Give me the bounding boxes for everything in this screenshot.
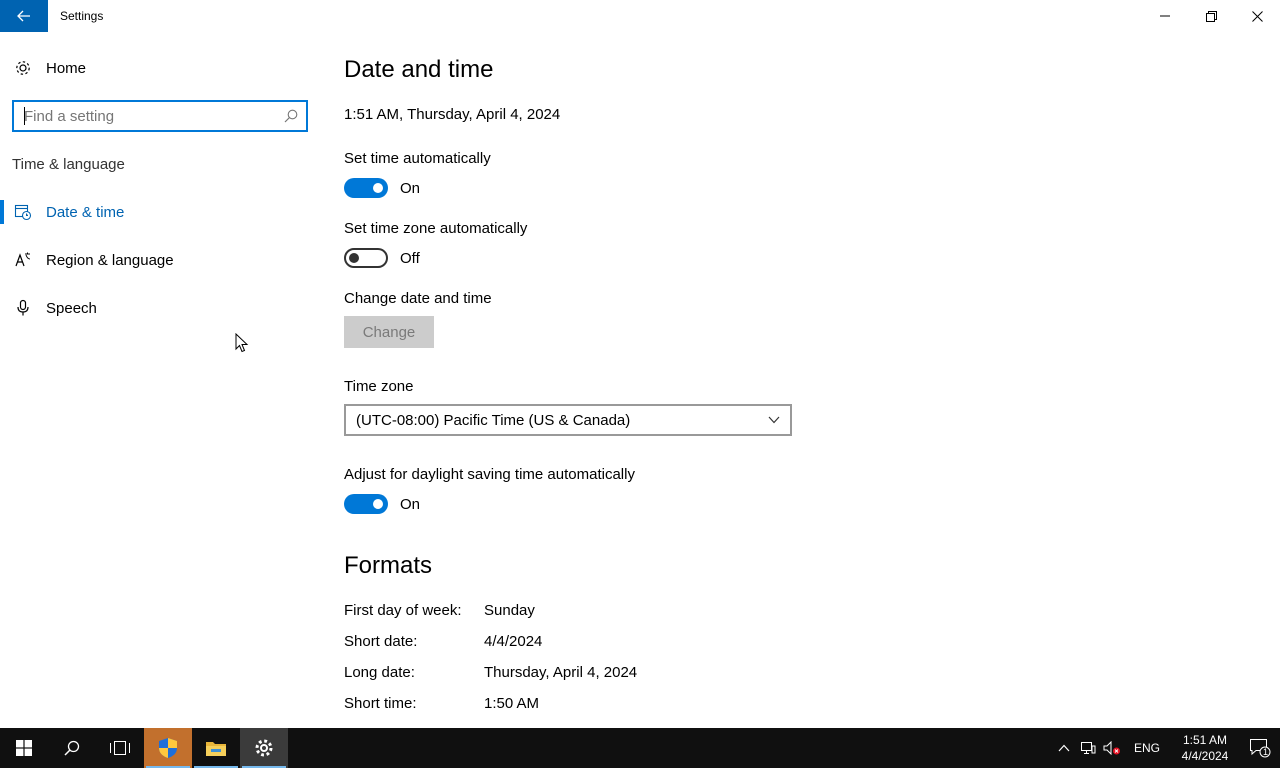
chevron-up-icon <box>1058 744 1070 752</box>
format-row: Long date: Thursday, April 4, 2024 <box>344 664 637 681</box>
toggle-knob <box>373 183 383 193</box>
sidebar-item-label: Speech <box>46 299 97 317</box>
home-label: Home <box>46 59 87 77</box>
clock-date: 4/4/2024 <box>1181 749 1229 763</box>
format-key: Short date: <box>344 633 418 650</box>
sidebar-item-region-language[interactable]: Region & language <box>0 240 320 280</box>
show-hidden-icons-button[interactable] <box>1052 728 1076 768</box>
minimize-button[interactable] <box>1142 0 1188 32</box>
back-button[interactable] <box>0 0 48 32</box>
folder-icon <box>206 742 226 756</box>
gear-icon <box>0 59 46 77</box>
set-tz-auto-toggle[interactable] <box>344 248 388 268</box>
format-row: Short date: 4/4/2024 <box>344 633 542 650</box>
sidebar-item-label: Region & language <box>46 251 174 269</box>
network-icon <box>1080 742 1096 754</box>
format-value: Sunday <box>484 602 535 619</box>
search-input[interactable] <box>14 103 276 129</box>
current-datetime: 1:51 AM, Thursday, April 4, 2024 <box>344 106 561 123</box>
dst-row: On <box>344 494 420 514</box>
dst-toggle[interactable] <box>344 494 388 514</box>
text-caret <box>24 107 25 125</box>
timezone-dropdown[interactable]: (UTC-08:00) Pacific Time (US & Canada) <box>344 404 792 436</box>
window-title: Settings <box>60 9 104 23</box>
format-value: 4/4/2024 <box>484 633 543 650</box>
start-button[interactable] <box>0 728 48 768</box>
set-time-auto-row: On <box>344 178 420 198</box>
calendar-clock-icon <box>0 203 46 221</box>
format-key: Long date: <box>344 664 415 681</box>
mouse-cursor <box>235 333 249 353</box>
task-view-icon <box>110 741 130 755</box>
dst-label: Adjust for daylight saving time automati… <box>344 466 635 483</box>
clock-time: 1:51 AM <box>1182 733 1228 747</box>
taskbar-uac-app[interactable] <box>144 728 192 768</box>
format-value: Thursday, April 4, 2024 <box>484 664 638 681</box>
close-icon <box>1251 10 1263 22</box>
windows-logo-icon <box>16 740 32 756</box>
taskbar: ENG 1:51 AM 4/4/2024 1 <box>0 728 1280 768</box>
toggle-knob <box>349 253 359 263</box>
volume-button[interactable] <box>1100 728 1124 768</box>
close-button[interactable] <box>1234 0 1280 32</box>
sidebar-item-date-time[interactable]: Date & time <box>0 192 320 232</box>
action-center-button[interactable]: 1 <box>1240 738 1280 758</box>
sidebar-item-label: Date & time <box>46 203 125 221</box>
sidebar-item-home[interactable]: Home <box>0 50 320 86</box>
set-time-auto-toggle[interactable] <box>344 178 388 198</box>
network-button[interactable] <box>1076 728 1100 768</box>
back-arrow-icon <box>17 10 30 22</box>
search-box[interactable] <box>12 100 308 132</box>
input-language[interactable]: ENG <box>1134 741 1160 755</box>
format-value: 1:50 AM <box>484 695 540 712</box>
gear-icon <box>255 739 273 757</box>
notification-count: 1 <box>1262 747 1268 757</box>
restore-button[interactable] <box>1188 0 1234 32</box>
sidebar-item-speech[interactable]: Speech <box>0 288 320 328</box>
toggle-state-label: On <box>400 179 421 197</box>
taskbar-clock[interactable]: 1:51 AM 4/4/2024 <box>1170 732 1240 764</box>
language-icon <box>0 251 46 269</box>
search-icon[interactable] <box>276 109 306 123</box>
taskbar-settings[interactable] <box>240 728 288 768</box>
title-bar: Settings <box>0 0 1280 32</box>
settings-window: Settings Home Time <box>0 0 1280 728</box>
change-button[interactable]: Change <box>344 316 434 348</box>
timezone-value: (UTC-08:00) Pacific Time (US & Canada) <box>356 411 631 429</box>
microphone-icon <box>0 299 46 317</box>
set-tz-auto-label: Set time zone automatically <box>344 220 528 237</box>
section-title: Time & language <box>12 156 125 173</box>
minimize-icon <box>1160 15 1170 17</box>
toggle-state-label: Off <box>400 249 420 267</box>
taskbar-search-button[interactable] <box>48 728 96 768</box>
change-dt-label: Change date and time <box>344 290 492 307</box>
format-row: First day of week: Sunday <box>344 602 535 619</box>
toggle-knob <box>373 499 383 509</box>
format-key: First day of week: <box>344 602 462 619</box>
restore-icon <box>1205 10 1217 22</box>
sidebar: Home Time & language Date & time Region … <box>0 32 320 728</box>
timezone-label: Time zone <box>344 378 414 395</box>
taskbar-file-explorer[interactable] <box>192 728 240 768</box>
formats-title: Formats <box>344 552 433 579</box>
set-tz-auto-row: Off <box>344 248 420 268</box>
task-view-button[interactable] <box>96 728 144 768</box>
system-tray: ENG 1:51 AM 4/4/2024 1 <box>1052 728 1280 768</box>
format-key: Short time: <box>344 695 417 712</box>
window-controls <box>1142 0 1280 32</box>
chevron-down-icon <box>768 416 780 424</box>
format-row: Short time: 1:50 AM <box>344 695 539 712</box>
volume-muted-icon <box>1103 741 1120 755</box>
toggle-state-label: On <box>400 495 421 513</box>
shield-icon <box>159 738 177 758</box>
page-title: Date and time <box>344 56 494 83</box>
search-icon <box>64 740 80 756</box>
set-time-auto-label: Set time automatically <box>344 150 491 167</box>
